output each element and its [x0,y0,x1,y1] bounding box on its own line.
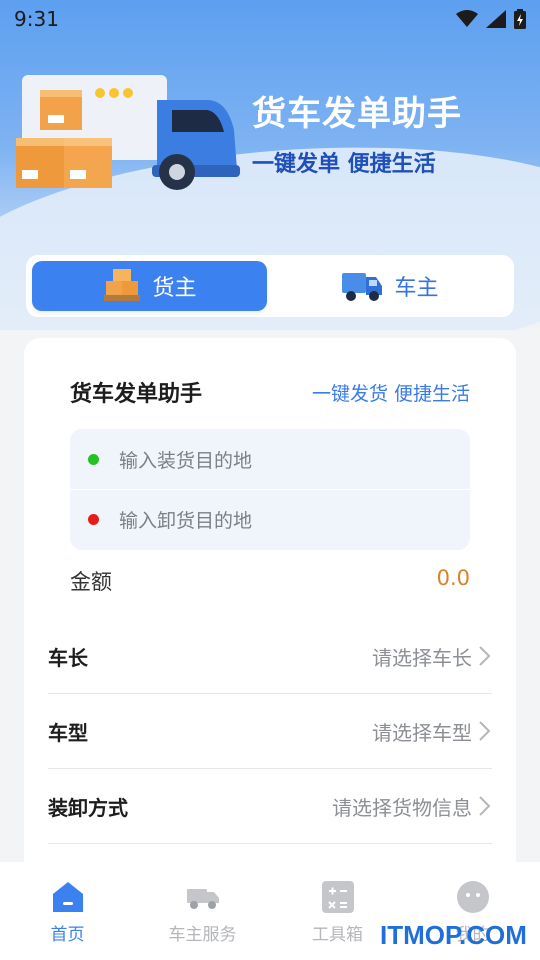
tab-cargo-owner[interactable]: 货主 [32,261,267,311]
vehicle-length-label: 车长 [48,645,88,670]
nav-home-label: 首页 [50,925,85,945]
tab-truck-owner-label: 车主 [394,276,439,301]
card-slogan: 一键发货 便捷生活 [311,382,470,405]
loading-method-label: 装卸方式 [48,795,128,820]
load-destination-input[interactable]: 输入装货目的地 [70,429,470,489]
role-toggle: 货主 车主 [26,255,514,317]
calculator-icon [321,881,354,913]
unload-destination-placeholder: 输入卸货目的地 [119,510,253,532]
status-time: 9:31 [14,7,59,31]
nav-home[interactable]: 首页 [0,862,135,960]
address-box: 输入装货目的地 输入卸货目的地 [70,429,470,550]
amount-row[interactable]: 金额 0.0 [70,566,470,596]
home-icon [52,882,83,912]
unload-destination-input[interactable]: 输入卸货目的地 [70,489,470,549]
chevron-right-icon [479,796,491,816]
green-dot-icon [88,453,99,465]
tab-cargo-owner-label: 货主 [152,276,197,301]
tab-truck-owner[interactable]: 车主 [273,261,508,311]
chevron-right-icon [479,721,491,741]
truck-icon [186,889,219,909]
signal-icon [486,10,506,28]
vehicle-type-placeholder: 请选择车型 [372,720,472,745]
amount-label: 金额 [70,570,112,594]
card-title: 货车发单助手 [70,382,203,407]
nav-truck-service-label: 车主服务 [168,925,237,945]
vehicle-length-row[interactable]: 车长 请选择车长 [48,619,492,694]
loading-method-row[interactable]: 装卸方式 请选择货物信息 [48,769,492,844]
battery-icon [514,9,526,29]
vehicle-type-label: 车型 [48,720,88,745]
loading-method-placeholder: 请选择货物信息 [332,795,472,820]
nav-toolbox-label: 工具箱 [312,925,363,945]
nav-truck-service[interactable]: 车主服务 [135,862,270,960]
status-bar: 9:31 [0,0,540,38]
hero-subtitle: 一键发单 便捷生活 [252,152,436,177]
cargo-boxes-icon [104,269,141,301]
hero-title: 货车发单助手 [252,94,462,134]
vehicle-type-row[interactable]: 车型 请选择车型 [48,694,492,769]
truck-boxes-illustration [16,75,240,190]
profile-icon [456,881,489,913]
wifi-icon [456,10,478,27]
amount-value: 0.0 [436,566,470,590]
chevron-right-icon [479,646,491,666]
order-form-card: 货车发单助手 一键发货 便捷生活 输入装货目的地 输入卸货目的地 金额 0.0 … [24,338,516,898]
vehicle-length-placeholder: 请选择车长 [372,645,472,670]
truck-icon [342,273,383,301]
watermark: ITMOP.COM [380,920,527,950]
load-destination-placeholder: 输入装货目的地 [119,449,253,472]
red-dot-icon [88,514,99,525]
